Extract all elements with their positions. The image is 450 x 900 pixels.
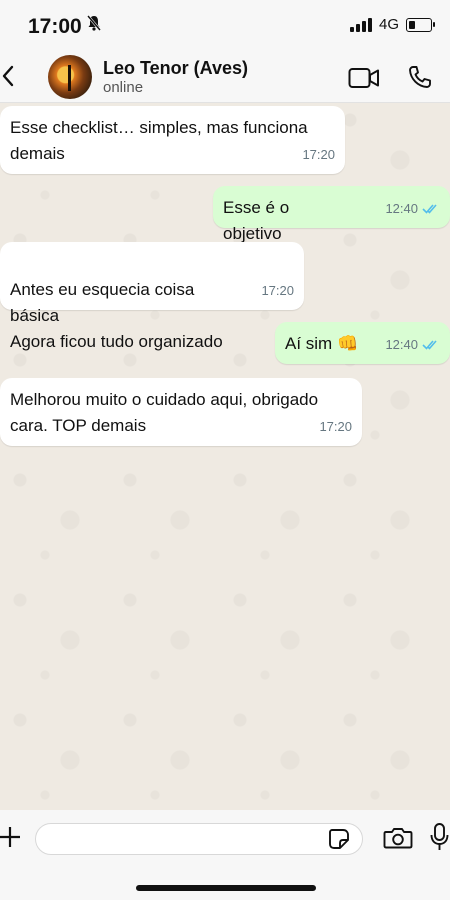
read-ticks-icon — [422, 340, 437, 350]
message-outgoing[interactable]: Esse é o objetivo 12:40 — [213, 186, 450, 243]
contact-name[interactable]: Leo Tenor (Aves) — [103, 58, 248, 79]
contact-presence: online — [103, 79, 144, 96]
message-meta: 17:20 — [261, 278, 294, 304]
signal-icon — [350, 18, 372, 32]
message-meta: 17:20 — [319, 414, 352, 440]
message-outgoing[interactable]: Aí sim 👊 12:40 — [275, 322, 450, 364]
battery-icon — [406, 18, 435, 32]
read-ticks-icon — [422, 204, 437, 214]
phone-icon[interactable] — [407, 64, 433, 90]
message-text: Esse checklist… simples, mas funciona de… — [10, 118, 308, 163]
message-meta: 12:40 — [385, 332, 440, 358]
contact-avatar[interactable] — [48, 55, 92, 99]
message-time: 12:40 — [385, 201, 418, 216]
message-time: 12:40 — [385, 337, 418, 352]
message-incoming[interactable]: Esse checklist… simples, mas funciona de… — [0, 106, 345, 174]
video-call-icon[interactable] — [348, 67, 380, 89]
message-input[interactable] — [35, 823, 363, 855]
plus-icon[interactable] — [0, 824, 22, 850]
message-time: 17:20 — [302, 147, 335, 162]
home-indicator — [136, 885, 316, 891]
chat-header: Leo Tenor (Aves) online — [0, 52, 450, 103]
message-text: Esse é o objetivo — [223, 198, 290, 243]
composer-bar — [0, 810, 450, 900]
mic-icon[interactable] — [430, 822, 450, 852]
message-list: Esse checklist… simples, mas funciona de… — [0, 102, 450, 802]
network-type: 4G — [379, 16, 400, 33]
message-text: Melhorou muito o cuidado aqui, obrigado … — [10, 390, 319, 435]
message-meta: 17:20 — [302, 142, 335, 168]
message-time: 17:20 — [261, 283, 294, 298]
message-text: Antes eu esquecia coisa básica Agora fic… — [10, 280, 223, 351]
message-meta: 12:40 — [385, 196, 440, 222]
message-time: 17:20 — [319, 419, 352, 434]
sticker-icon[interactable] — [328, 828, 350, 850]
back-icon[interactable] — [0, 58, 24, 94]
status-bar: 17:00 4G — [0, 0, 450, 52]
camera-icon[interactable] — [383, 826, 413, 850]
message-incoming[interactable]: Antes eu esquecia coisa básica Agora fic… — [0, 242, 304, 351]
bell-slash-icon — [87, 15, 101, 31]
message-text: Aí sim 👊 — [285, 334, 359, 353]
message-incoming[interactable]: Melhorou muito o cuidado aqui, obrigado … — [0, 378, 362, 446]
status-time: 17:00 — [28, 15, 82, 38]
